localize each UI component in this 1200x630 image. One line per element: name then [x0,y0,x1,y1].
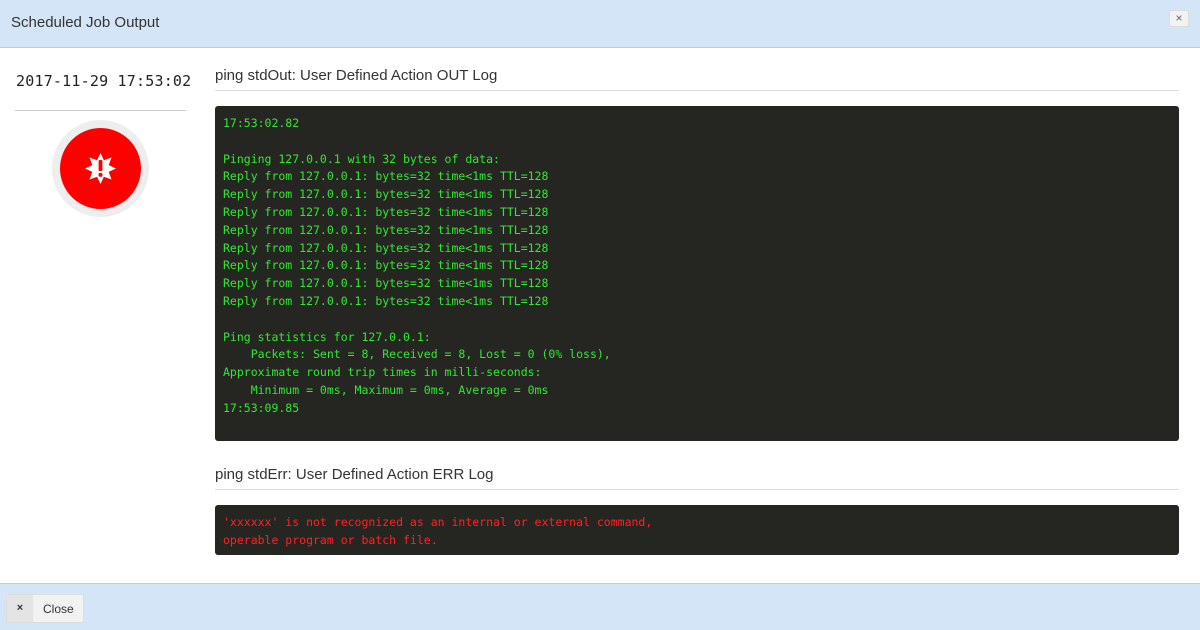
divider [215,489,1179,490]
stdout-section-title: ping stdOut: User Defined Action OUT Log [215,67,498,84]
stdout-log-output: 17:53:02.82 Pinging 127.0.0.1 with 32 byt… [215,106,1179,441]
log-line: Pinging 127.0.0.1 with 32 bytes of data: [223,151,500,166]
close-button[interactable]: × Close [6,594,84,623]
log-line: Approximate round trip times in milli-se… [223,365,542,380]
error-status-badge [60,128,141,209]
stderr-section-title: ping stdErr: User Defined Action ERR Log [215,466,494,483]
divider [215,90,1179,91]
log-line: 17:53:02.82 [223,116,300,130]
log-line: Ping statistics for 127.0.0.1: [223,329,431,344]
job-timestamp: 2017-11-29 17:53:02 [16,72,192,90]
close-icon: × [7,595,33,622]
log-line: Packets: Sent = 8, Received = 8, Lost = … [223,347,611,362]
log-line: Reply from 127.0.0.1: bytes=32 time<1ms … [223,169,549,184]
log-line: operable program or batch file. [223,532,438,547]
close-button-label: Close [43,601,74,616]
log-line: 'xxxxxx' is not recognized as an interna… [223,515,653,529]
log-line: Reply from 127.0.0.1: bytes=32 time<1ms … [223,187,549,202]
log-line: Reply from 127.0.0.1: bytes=32 time<1ms … [223,240,549,255]
dialog-header: Scheduled Job Output × [0,0,1200,48]
dialog-title: Scheduled Job Output [11,14,160,31]
error-burst-icon [85,153,116,184]
log-line: Reply from 127.0.0.1: bytes=32 time<1ms … [223,276,549,291]
dialog-footer: × Close [0,583,1200,630]
log-line: 17:53:09.85 [223,400,300,415]
status-indicator [52,120,149,217]
stderr-log-output: 'xxxxxx' is not recognized as an interna… [215,505,1179,555]
log-line: Reply from 127.0.0.1: bytes=32 time<1ms … [223,258,549,273]
close-icon[interactable]: × [1169,10,1189,27]
log-line: Reply from 127.0.0.1: bytes=32 time<1ms … [223,204,549,219]
log-line: Minimum = 0ms, Maximum = 0ms, Average = … [223,382,549,397]
log-line: Reply from 127.0.0.1: bytes=32 time<1ms … [223,222,549,237]
log-line: Reply from 127.0.0.1: bytes=32 time<1ms … [223,293,549,308]
job-output-dialog: Scheduled Job Output × 2017-11-29 17:53:… [0,0,1200,630]
divider [15,110,186,111]
